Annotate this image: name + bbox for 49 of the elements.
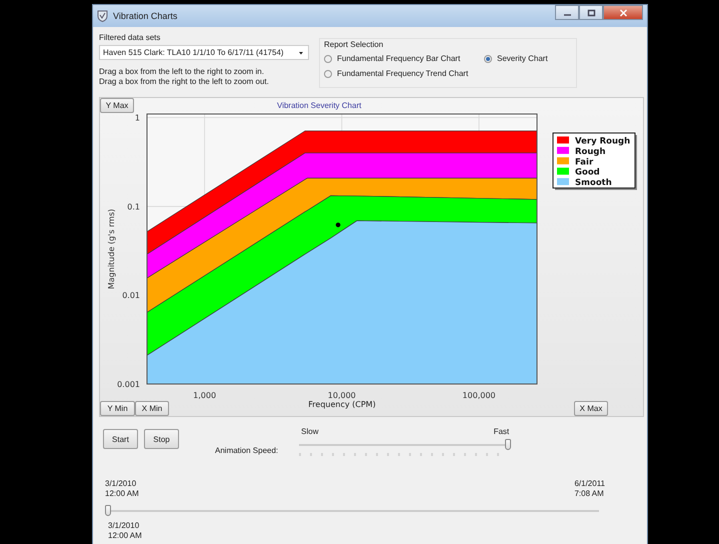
axis-title: Frequency (CPM) [307, 400, 377, 410]
field-label: Animation Speed: [215, 446, 278, 457]
slider-label: Slow [301, 427, 318, 436]
dataset-dropdown[interactable]: Haven 515 Clark: TLA10 1/1/10 To 6/17/11 (41754) [99, 45, 309, 60]
axis-tick-label: 10,000 [328, 391, 356, 400]
speed-slider[interactable] [299, 439, 512, 451]
radio-icon[interactable] [324, 54, 332, 62]
radio-icon[interactable] [324, 70, 332, 78]
data-point [336, 222, 340, 228]
slider-label: Fast [494, 427, 510, 436]
date-label: 3/1/2010 12:00 AM [105, 479, 139, 499]
slider-thumb[interactable] [105, 505, 111, 516]
axis-tick-label: 0.01 [122, 291, 140, 300]
date-label: 6/1/2011 7:08 AM [574, 479, 605, 499]
slider-thumb[interactable] [505, 439, 512, 450]
x-max-button[interactable]: X Max [574, 400, 608, 416]
maximize-button[interactable] [579, 5, 603, 20]
start-button[interactable]: Start [103, 429, 138, 449]
hint-text: Drag a box from the left to the right to zoom in. [99, 67, 265, 77]
axis-title: Magnitude (g's rms) [107, 208, 116, 290]
chart-title: Vibration Severity Chart [277, 101, 362, 110]
close-button[interactable] [603, 5, 643, 20]
legend-label: Smooth [575, 178, 612, 188]
y-max-button[interactable]: Y Max [100, 98, 134, 113]
maximize-icon [586, 8, 596, 16]
radio-option[interactable]: Fundamental Frequency Trend Chart [324, 69, 484, 78]
axis-tick-label: 100,000 [462, 391, 496, 400]
radio-option[interactable]: Severity Chart [484, 54, 572, 63]
legend-label: Fair [575, 157, 594, 168]
close-icon [618, 8, 628, 16]
axis-tick-label: 1 [134, 114, 140, 123]
radio-icon[interactable] [484, 54, 492, 62]
stop-button[interactable]: Stop [144, 429, 179, 449]
hint-text: Drag a box from the right to the left to zoom out. [99, 77, 270, 87]
date-label: 3/1/2010 12:00 AM [108, 521, 143, 541]
group-label: Report Selection [324, 40, 384, 49]
legend-label: Very Rough [575, 136, 630, 146]
shield-icon [97, 10, 108, 22]
axis-tick-label: 0.1 [127, 202, 140, 212]
legend-label: Good [575, 168, 600, 178]
field-label: Filtered data sets [99, 33, 162, 42]
axis-tick-label: 1,000 [193, 391, 216, 400]
x-min-button[interactable]: X Min [135, 400, 169, 416]
legend-label: Rough [575, 146, 606, 157]
y-min-button[interactable]: Y Min [100, 400, 135, 416]
caret-icon [297, 50, 305, 56]
axis-tick-label: 0.001 [117, 380, 140, 389]
window-title: Vibration Charts [113, 11, 178, 21]
radio-option[interactable]: Fundamental Frequency Bar Chart [324, 54, 484, 63]
